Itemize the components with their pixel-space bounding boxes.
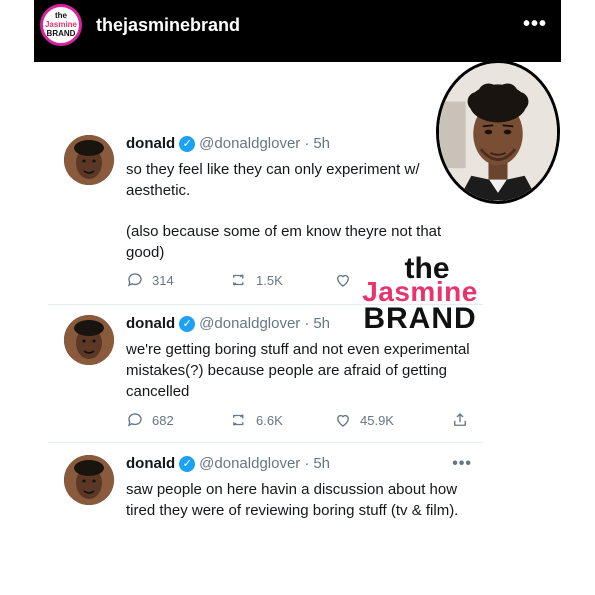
instagram-post-header: the Jasmine BRAND thejasminebrand ••• (34, 0, 561, 62)
retweet-button[interactable]: 1.5K (230, 271, 283, 289)
more-options-icon[interactable]: ••• (523, 13, 547, 36)
separator-dot: · (304, 135, 310, 152)
tweet-avatar[interactable] (64, 135, 114, 185)
tweet-3[interactable]: donald ✓ @donaldglover · 5h ••• saw peop… (64, 455, 484, 555)
heart-icon (337, 414, 349, 427)
tweet-paragraph: saw people on here havin a discussion ab… (126, 481, 459, 519)
avatar-face-icon (64, 455, 114, 505)
tweet-more-icon[interactable]: ••• (452, 455, 472, 473)
tweet-author-row: donald ✓ @donaldglover · 5h (126, 315, 330, 332)
like-button[interactable]: 45.9K (334, 411, 394, 429)
reply-button[interactable]: 314 (126, 271, 174, 289)
heart-icon (337, 274, 349, 287)
avatar-face-icon (64, 135, 114, 185)
user-handle[interactable]: @donaldglover (199, 315, 300, 332)
watermark-brand: BRAND (363, 302, 477, 335)
verified-badge-icon: ✓ (179, 315, 196, 332)
tweet-text: so they feel like they can only experime… (126, 159, 471, 263)
reply-count: 314 (152, 272, 174, 288)
svg-text:the: the (55, 11, 68, 20)
tweet-actions: 682 6.6K 45.9K (126, 411, 486, 431)
svg-text:BRAND: BRAND (47, 29, 76, 38)
jasmine-brand-logo: the Jasmine BRAND (45, 11, 78, 38)
verified-badge-icon: ✓ (179, 135, 196, 152)
account-username[interactable]: thejasminebrand (96, 15, 240, 36)
reply-count: 682 (152, 412, 174, 428)
retweet-count: 1.5K (256, 272, 283, 288)
separator-dot: · (304, 455, 310, 472)
tweet-author-row: donald ✓ @donaldglover · 5h (126, 455, 330, 472)
tweet-avatar[interactable] (64, 455, 114, 505)
share-button[interactable] (451, 411, 469, 429)
tweet-timestamp[interactable]: 5h (313, 315, 330, 332)
tweet-divider (48, 442, 483, 443)
retweet-button[interactable]: 6.6K (230, 411, 283, 429)
jasmine-brand-watermark: the Jasmine BRAND (354, 254, 486, 334)
tweet-author-row: donald ✓ @donaldglover · 5h (126, 135, 330, 152)
reply-button[interactable]: 682 (126, 411, 174, 429)
tweet-avatar[interactable] (64, 315, 114, 365)
like-count: 45.9K (360, 412, 394, 428)
retweet-icon (233, 274, 244, 286)
reply-icon (127, 413, 142, 427)
retweet-count: 6.6K (256, 412, 283, 428)
user-handle[interactable]: @donaldglover (199, 455, 300, 472)
reply-icon (127, 273, 142, 287)
tweet-paragraph: so they feel like they can only experime… (126, 161, 420, 199)
display-name[interactable]: donald (126, 455, 175, 472)
profile-avatar[interactable]: the Jasmine BRAND (40, 4, 82, 46)
avatar-face-icon (64, 315, 114, 365)
separator-dot: · (304, 315, 310, 332)
user-handle[interactable]: @donaldglover (199, 135, 300, 152)
share-icon (454, 413, 466, 426)
display-name[interactable]: donald (126, 135, 175, 152)
retweet-icon (233, 414, 244, 426)
tweet-text: saw people on here havin a discussion ab… (126, 479, 471, 521)
display-name[interactable]: donald (126, 315, 175, 332)
tweet-timestamp[interactable]: 5h (313, 455, 330, 472)
like-button[interactable] (334, 271, 352, 289)
tweet-timestamp[interactable]: 5h (313, 135, 330, 152)
tweet-paragraph: we're getting boring stuff and not even … (126, 341, 470, 400)
svg-text:Jasmine: Jasmine (45, 20, 78, 29)
verified-badge-icon: ✓ (179, 455, 196, 472)
tweet-text: we're getting boring stuff and not even … (126, 339, 471, 402)
